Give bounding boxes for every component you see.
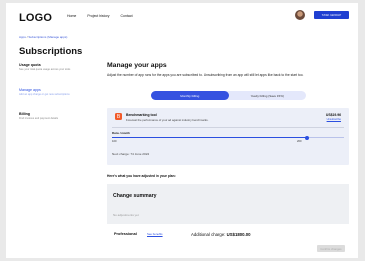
sidebar-item-label: Billing — [19, 112, 30, 116]
app-description: Forecast the performance of your ad agai… — [126, 118, 209, 122]
sidebar-item-label: Usage quota — [19, 63, 41, 67]
unsubscribe-link[interactable]: Unsubscribe — [327, 118, 341, 121]
page-title: Subscriptions — [19, 46, 83, 57]
runs-slider[interactable] — [112, 135, 344, 140]
divider — [112, 127, 344, 128]
plan-name: Professional — [114, 232, 137, 236]
benchmarking-app-icon: B — [115, 113, 122, 120]
sidebar-item-desc: Find invoices and payment details — [19, 116, 59, 120]
page: LOGO Home Project history Contact TASK G… — [6, 3, 358, 258]
section-title: Manage your apps — [107, 62, 167, 69]
nav-home[interactable]: Home — [67, 14, 76, 18]
avatar[interactable] — [295, 10, 305, 20]
additional-charge-label: Additional charge: — [191, 232, 226, 237]
breadcrumb: Apps / Subscriptions (Manage apps) — [19, 35, 67, 39]
app-name: Benchmarking tool — [126, 113, 157, 117]
change-summary-title: Change summary — [113, 193, 157, 199]
slider-handle[interactable] — [305, 135, 310, 140]
sidebar-item-desc: See your total quota usage across your t… — [19, 67, 71, 71]
top-nav: Home Project history Contact — [67, 14, 133, 18]
nav-contact[interactable]: Contact — [121, 14, 133, 18]
nav-project-history[interactable]: Project history — [87, 14, 109, 18]
adjustments-heading: Here's what you have adjusted in your pl… — [107, 174, 176, 178]
additional-charge-amount: US$1800.00 — [226, 232, 251, 237]
sidebar-item-usage-quota[interactable]: Usage quota See your total quota usage a… — [19, 63, 89, 71]
billing-toggle: Monthly billing Yearly billing (Save 15%… — [151, 91, 306, 100]
sidebar-item-manage-apps[interactable]: Manage apps Add an app charge or get new… — [19, 88, 89, 96]
toggle-monthly-billing[interactable]: Monthly billing — [151, 91, 229, 100]
app-card: B Benchmarking tool Forecast the perform… — [107, 108, 349, 165]
change-summary-empty: No adjustments yet — [113, 213, 139, 217]
app-price: US$19.96 — [325, 113, 341, 117]
task-group-button[interactable]: TASK GROUP — [314, 11, 349, 19]
section-description: Adjust the number of app runs for the ap… — [107, 73, 304, 77]
see-benefits-link[interactable]: See benefits — [147, 232, 163, 236]
logo[interactable]: LOGO — [19, 12, 52, 24]
confirm-changes-button[interactable]: Confirm changes — [317, 245, 345, 252]
toggle-yearly-billing[interactable]: Yearly billing (Save 15%) — [229, 91, 307, 100]
breadcrumb-current[interactable]: Subscriptions (Manage apps) — [28, 35, 67, 39]
slider-fill — [112, 137, 307, 138]
breadcrumb-apps[interactable]: Apps — [19, 35, 26, 39]
runs-label: Runs / month — [112, 131, 130, 135]
change-summary-panel: Change summary No adjustments yet — [107, 184, 349, 224]
slider-min-label: 100 — [112, 140, 117, 143]
next-charge-text: Next charge: 74 June 2024 — [112, 152, 150, 156]
sidebar-item-desc: Add an app charge or get new subscriptio… — [19, 92, 70, 96]
additional-charge: Additional charge: US$1800.00 — [191, 232, 251, 237]
sidebar-item-label: Manage apps — [19, 88, 41, 92]
sidebar-item-billing[interactable]: Billing Find invoices and payment detail… — [19, 112, 89, 120]
slider-max-label: 200 — [297, 140, 302, 143]
